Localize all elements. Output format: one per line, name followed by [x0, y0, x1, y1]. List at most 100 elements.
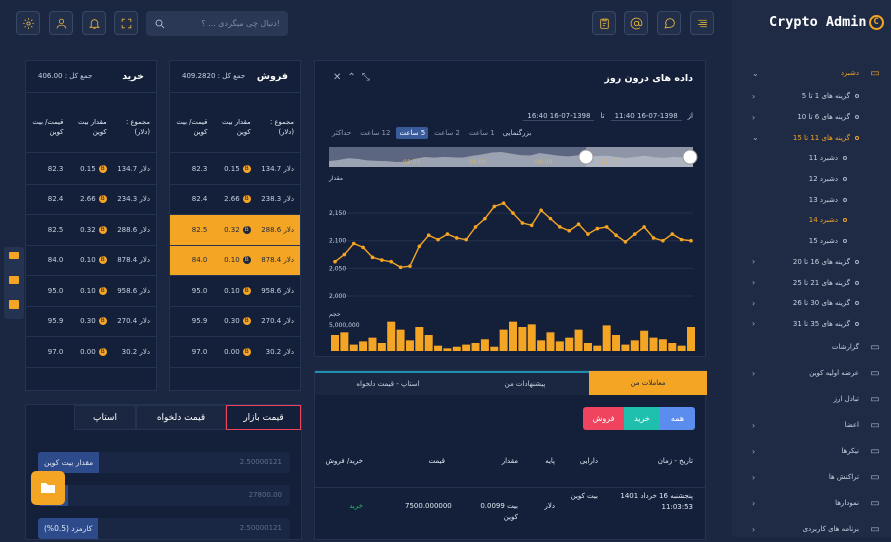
sidebar-item[interactable]: ⌄ دشبرد ▭ — [732, 60, 891, 86]
order-tab[interactable]: قیمت بازار — [226, 405, 301, 430]
navigator-handle[interactable] — [682, 149, 698, 165]
amount-value: 0.15 — [224, 164, 240, 173]
user-button[interactable] — [49, 11, 73, 35]
trades-column-header: مقدار — [501, 457, 518, 465]
amount-cell: 0.15 B — [69, 164, 112, 173]
orderbook-row[interactable]: 82.3 0.15 B 134.7 دلار — [26, 154, 156, 185]
buy-orderbook: خرید جمع کل : 406.00 قیمت/ بیت کوین مقدار… — [25, 60, 157, 391]
email-button[interactable] — [624, 11, 648, 35]
clipboard-button[interactable] — [592, 11, 616, 35]
sidebar-item[interactable]: › نیکرها ▭ — [732, 438, 891, 464]
fullscreen-button[interactable] — [114, 11, 138, 35]
volume-bar — [546, 332, 555, 351]
amount-cell: 0.32 B — [213, 215, 257, 245]
sidebar-item[interactable]: ⌄ گزینه های 11 تا 15 — [732, 127, 891, 148]
zoom-option[interactable]: حداکثر — [329, 127, 354, 139]
users-icon: ▭ — [870, 419, 880, 431]
zoom-option[interactable]: 12 ساعت — [357, 127, 393, 139]
sidebar-item[interactable]: دشبرد 14 — [732, 210, 891, 231]
sidebar-item[interactable]: › گزینه های 35 تا 31 — [732, 314, 891, 335]
search-icon — [155, 19, 165, 28]
orderbook-row[interactable]: 97.0 0.00 B 30.2 دلار — [170, 337, 300, 368]
sidebar-item[interactable]: › گزینه های 30 تا 26 — [732, 293, 891, 314]
intraday-chart[interactable]: 02:00 06:00 09:00 12:00 مقدار 2,000 2,050 2,100… — [315, 143, 705, 363]
chat-button[interactable] — [657, 11, 681, 35]
search-input[interactable]: دنبال چی میگردی ... ؟! — [146, 11, 288, 36]
brand-logo[interactable]: Crypto Admin C — [769, 14, 884, 30]
sidebar-item[interactable]: › گزینه های 1 تا 5 — [732, 86, 891, 107]
bitcoin-icon: B — [242, 317, 251, 326]
sidebar-item-label: گزینه های 21 تا 25 — [792, 278, 850, 287]
order-field[interactable]: مقدار بیت کوین 2.50000121 — [38, 452, 290, 473]
sidebar-item[interactable]: تبادل ارز ▭ — [732, 386, 891, 412]
to-date-input[interactable]: 16-07-1398 16:40 — [523, 112, 595, 121]
sidebar-item[interactable]: دشبرد 15 — [732, 231, 891, 252]
orderbook-row[interactable]: 95.9 0.30 B 270.4 دلار — [26, 307, 156, 337]
settings-button[interactable] — [16, 11, 40, 35]
orderbook-row[interactable]: 82.5 0.32 B 288.6 دلار — [170, 215, 300, 246]
bitcoin-icon: B — [98, 164, 107, 173]
sidebar-item[interactable]: دشبرد 13 — [732, 189, 891, 210]
card-icon[interactable] — [9, 276, 19, 284]
expand-icon[interactable]: ⤡ — [362, 72, 376, 83]
zoom-option[interactable]: 5 ساعت — [396, 127, 429, 139]
sidebar-item[interactable]: › عرضه اولیه کوین ▭ — [732, 360, 891, 386]
order-tab[interactable]: استاپ — [74, 405, 136, 430]
sidebar-item[interactable]: گزارشات ▭ — [732, 334, 891, 360]
filter-button[interactable]: همه — [660, 407, 695, 430]
clipboard-icon — [599, 18, 609, 29]
collapse-icon[interactable]: ⌃ — [347, 72, 361, 83]
bullet-icon — [855, 94, 859, 99]
orderbook-row[interactable]: 82.4 2.66 B 238.3 دلار — [170, 185, 300, 215]
navigator-handle[interactable] — [578, 149, 594, 165]
wallet-icon[interactable] — [9, 252, 19, 259]
sidebar-item[interactable]: › گزینه های 21 تا 25 — [732, 272, 891, 293]
order-field[interactable]: کارمزد (0.5%) 2.50000121 — [38, 518, 290, 539]
floating-action-button[interactable] — [31, 471, 65, 505]
price-point — [558, 225, 562, 229]
orderbook-row[interactable]: 82.4 2.66 B 234.3 دلار — [26, 185, 156, 215]
orderbook-row[interactable]: 82.5 0.32 B 288.6 دلار — [26, 215, 156, 246]
sidebar-item[interactable]: › تراکنش ها ▭ — [732, 464, 891, 490]
zoom-option[interactable]: 2 ساعت — [431, 127, 463, 139]
filter-button[interactable]: خرید — [624, 407, 660, 430]
chart-icon: ▭ — [870, 497, 880, 509]
trade-tab[interactable]: پیشنهادات من — [461, 371, 589, 395]
order-tab[interactable]: قیمت دلخواه — [136, 405, 226, 430]
sidebar-item[interactable]: › گزینه های 16 تا 20 — [732, 252, 891, 273]
orderbook-row[interactable]: 84.0 0.10 B 878.4 دلار — [26, 246, 156, 276]
trade-tab[interactable]: معاملات من — [589, 371, 707, 395]
trade-tab[interactable]: استاپ - قیمت دلخواه — [315, 371, 461, 395]
sidebar-item[interactable]: › برنامه های کاربردی ▭ — [732, 516, 891, 542]
chart-navigator[interactable]: 02:00 06:00 09:00 12:00 — [329, 147, 698, 167]
price-point — [426, 233, 431, 238]
orderbook-row[interactable]: 84.0 0.10 B 878.4 دلار — [170, 245, 300, 276]
orderbook-row[interactable]: 97.0 0.00 B 30.2 دلار — [26, 337, 156, 368]
order-field[interactable]: قیمت27800.00 — [38, 485, 290, 506]
menu-toggle-button[interactable] — [690, 11, 714, 35]
orderbook-row[interactable]: 95.9 0.30 B 270.4 دلار — [170, 307, 300, 337]
notifications-button[interactable] — [82, 11, 106, 35]
buy-header: خرید جمع کل : 406.00 — [26, 61, 156, 93]
column-header: قیمت/ بیت کوین — [32, 118, 64, 136]
amount-cell: 2.66 B — [213, 195, 256, 204]
zoom-option[interactable]: 1 ساعت — [466, 127, 498, 139]
trades-row[interactable]: پنجشنبه 16 خرداد 1401 11:03:53 بیت کوین دل… — [315, 489, 705, 533]
orderbook-row[interactable]: 82.3 0.15 B 134.7 دلار — [170, 154, 300, 185]
sidebar-item[interactable]: دشبرد 11 — [732, 148, 891, 169]
price-point — [370, 255, 375, 260]
sidebar-item[interactable]: › نمودارها ▭ — [732, 490, 891, 516]
orderbook-row[interactable]: 95.0 0.10 B 958.6 دلار — [170, 276, 300, 307]
from-date-input[interactable]: 16-07-1398 11:40 — [610, 112, 682, 121]
orderbook-row[interactable]: 95.0 0.10 B 958.6 دلار — [26, 276, 156, 307]
filter-button[interactable]: فروش — [583, 407, 624, 430]
sidebar-item[interactable]: › گزینه های 6 تا 10 — [732, 107, 891, 128]
dollar-icon: ▭ — [870, 471, 880, 483]
price-cell: 82.5 — [170, 215, 214, 245]
trades-column-header: خرید/ فروش — [325, 457, 363, 465]
navigator-tick: 06:00 — [469, 159, 486, 166]
sidebar-item[interactable]: دشبرد 12 — [732, 169, 891, 190]
close-icon[interactable]: ✕ — [333, 72, 347, 83]
sidebar-item[interactable]: › اعضا ▭ — [732, 412, 891, 438]
folder-icon[interactable] — [9, 300, 19, 309]
